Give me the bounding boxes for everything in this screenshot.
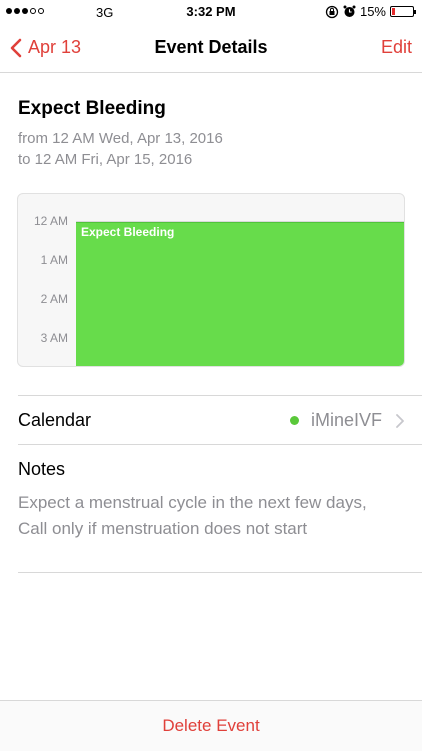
event-start-time: from 12 AM Wed, Apr 13, 2016: [18, 130, 223, 147]
calendar-name: iMineIVF: [310, 410, 382, 430]
hour-label: 2 AM: [40, 292, 68, 306]
calendar-color-dot: [289, 416, 299, 425]
navigation-bar: Apr 13 Event Details Edit: [0, 24, 422, 73]
battery-percent: 15%: [359, 4, 386, 19]
status-right: 15%: [325, 4, 416, 19]
chevron-right-icon: [396, 413, 404, 428]
edit-button[interactable]: Edit: [381, 37, 412, 58]
divider: [18, 395, 422, 396]
divider: [18, 444, 422, 445]
hour-label: 12 AM: [33, 214, 68, 228]
calendar-selector[interactable]: iMineIVF: [289, 410, 404, 431]
status-bar: 3G 3:32 PM 15%: [0, 0, 422, 24]
page-title: Event Details: [154, 37, 268, 57]
rotation-lock-icon: [325, 5, 339, 18]
event-title: Expect Bleeding: [18, 98, 166, 119]
alarm-clock-icon: [343, 5, 356, 17]
hour-label: 1 AM: [40, 253, 68, 267]
notes-label: Notes: [18, 459, 66, 479]
timeline-event-label: Expect Bleeding: [81, 225, 175, 239]
divider: [18, 572, 422, 573]
hour-label: 3 AM: [40, 331, 68, 345]
calendar-label: Calendar: [18, 410, 92, 430]
notes-text: Expect a menstrual cycle in the next few…: [18, 493, 367, 538]
delete-event-button[interactable]: Delete Event: [0, 716, 422, 736]
event-end-time: to 12 AM Fri, Apr 15, 2016: [18, 151, 193, 168]
day-timeline: 12 AM 1 AM 2 AM 3 AM Expect Bleeding: [17, 193, 405, 367]
battery-icon: [390, 6, 416, 17]
timeline-event-block[interactable]: Expect Bleeding: [76, 222, 404, 366]
footer-toolbar: Delete Event: [0, 700, 422, 751]
